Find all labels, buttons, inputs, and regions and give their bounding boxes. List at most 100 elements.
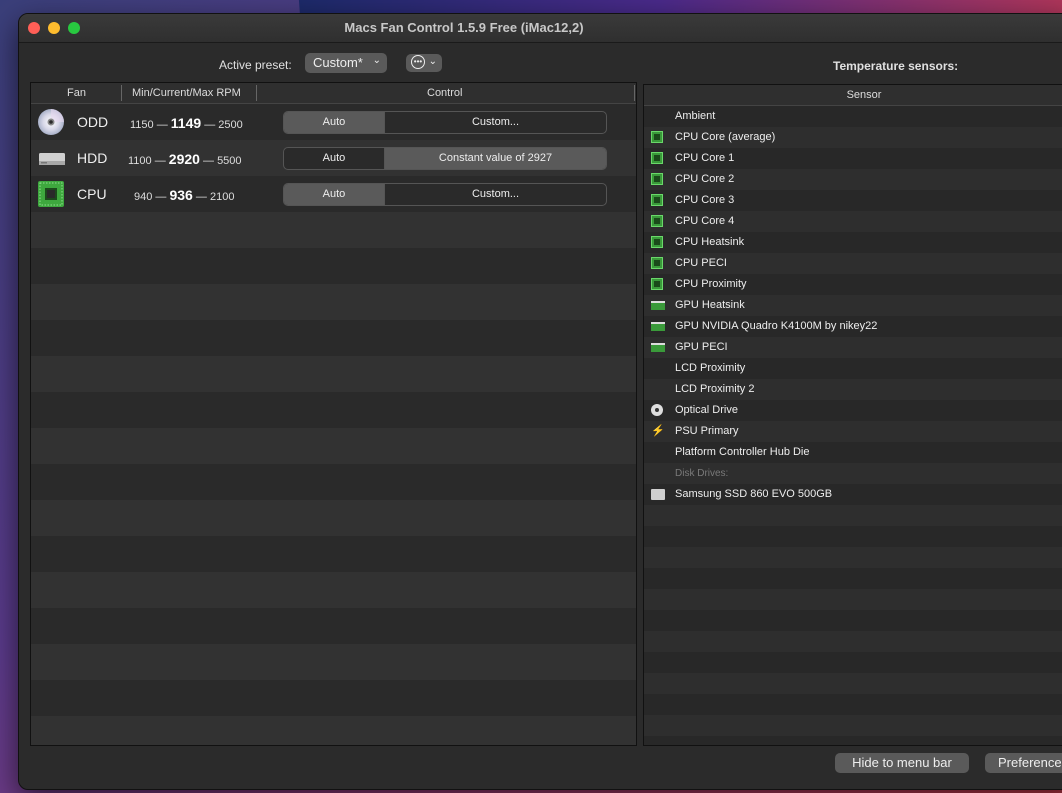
- sensor-row[interactable]: Ambient: [644, 106, 1062, 127]
- cpu-chip-icon: [651, 278, 663, 290]
- fan-name: ODD: [77, 114, 109, 130]
- preset-actions-button[interactable]: ••• ⌄: [406, 54, 442, 72]
- column-header-sensor[interactable]: Sensor: [644, 85, 1062, 106]
- fan-name: HDD: [77, 150, 108, 166]
- fan-control-segmented: Auto Custom...: [283, 111, 607, 134]
- fan-table: Fan Min/Current/Max RPM Control ODD 1150…: [30, 82, 637, 746]
- sensor-row[interactable]: CPU Core 4: [644, 211, 1062, 232]
- chevron-down-icon: ⌄: [428, 56, 437, 67]
- sensor-row[interactable]: GPU NVIDIA Quadro K4100M by nikey22: [644, 316, 1062, 337]
- column-divider[interactable]: [256, 85, 257, 101]
- sensor-row[interactable]: Samsung SSD 860 EVO 500GB: [644, 484, 1062, 505]
- sensor-row[interactable]: CPU PECI: [644, 253, 1062, 274]
- hide-to-menu-bar-button[interactable]: Hide to menu bar: [835, 753, 969, 773]
- column-divider[interactable]: [121, 85, 122, 101]
- fan-current-rpm: 2920: [168, 151, 200, 167]
- fan-row-cpu: CPU 940 — 936 — 2100 Auto Custom...: [31, 176, 636, 212]
- window-title: Macs Fan Control 1.5.9 Free (iMac12,2): [344, 20, 584, 35]
- fan-min-rpm: 1150: [130, 119, 154, 131]
- empty-fan-row: [31, 428, 636, 464]
- fan-name: CPU: [77, 186, 107, 202]
- sensor-label: CPU Core 1: [675, 152, 735, 164]
- custom-button[interactable]: Custom...: [385, 184, 606, 205]
- auto-button[interactable]: Auto: [284, 184, 384, 205]
- sensor-label: Samsung SSD 860 EVO 500GB: [675, 488, 833, 500]
- sensor-row[interactable]: LCD Proximity: [644, 358, 1062, 379]
- empty-sensor-row: [644, 715, 1062, 736]
- column-header-rpm[interactable]: Min/Current/Max RPM: [132, 87, 241, 99]
- ssd-drive-icon: [651, 489, 665, 500]
- fan-current-rpm: 1149: [170, 115, 202, 131]
- sensor-row[interactable]: CPU Heatsink: [644, 232, 1062, 253]
- custom-button[interactable]: Constant value of 2927: [385, 148, 606, 169]
- sensor-row[interactable]: CPU Core (average): [644, 127, 1062, 148]
- cpu-chip-icon: [651, 173, 663, 185]
- empty-fan-row: [31, 500, 636, 536]
- column-header-fan[interactable]: Fan: [67, 87, 86, 99]
- sensor-label: PSU Primary: [675, 425, 739, 437]
- fan-current-rpm: 936: [169, 187, 193, 203]
- sensor-row[interactable]: CPU Core 1: [644, 148, 1062, 169]
- fan-min-rpm: 1100: [128, 155, 152, 167]
- empty-fan-row: [31, 212, 636, 248]
- custom-button[interactable]: Custom...: [385, 112, 606, 133]
- empty-fan-row: [31, 644, 636, 680]
- fan-max-rpm: 5500: [217, 155, 242, 167]
- sensor-row[interactable]: CPU Core 2: [644, 169, 1062, 190]
- empty-sensor-row: [644, 547, 1062, 568]
- sensor-list: Ambient CPU Core (average) CPU Core 1 CPU C…: [644, 106, 1062, 745]
- gpu-card-icon: [651, 343, 665, 352]
- sensor-row[interactable]: ⚡ PSU Primary: [644, 421, 1062, 442]
- sensor-row[interactable]: Platform Controller Hub Die: [644, 442, 1062, 463]
- empty-fan-row: [31, 392, 636, 428]
- sensor-label: CPU Core (average): [675, 131, 776, 143]
- cpu-chip-icon: [651, 131, 663, 143]
- sensor-row[interactable]: CPU Core 3: [644, 190, 1062, 211]
- cpu-chip-icon: [38, 181, 64, 207]
- gpu-card-icon: [651, 322, 665, 331]
- preset-value: Custom*: [313, 55, 363, 70]
- sensor-label: Disk Drives:: [675, 468, 729, 479]
- more-options-icon: •••: [411, 55, 425, 69]
- fan-control-segmented: Auto Constant value of 2927: [283, 147, 607, 170]
- empty-fan-row: [31, 284, 636, 320]
- sensor-label: GPU NVIDIA Quadro K4100M by nikey22: [675, 320, 878, 332]
- fan-row-odd: ODD 1150 — 1149 — 2500 Auto Custom...: [31, 104, 636, 140]
- chevron-down-icon: ⌄: [372, 55, 381, 66]
- optical-disc-icon: [651, 404, 663, 416]
- empty-sensor-row: [644, 673, 1062, 694]
- sensor-row[interactable]: Optical Drive: [644, 400, 1062, 421]
- sensor-row[interactable]: GPU PECI: [644, 337, 1062, 358]
- preset-select[interactable]: Custom* ⌄: [305, 53, 387, 73]
- sensor-label: CPU Core 3: [675, 194, 735, 206]
- sensor-label: LCD Proximity: [675, 362, 746, 374]
- preferences-button[interactable]: Preferences: [985, 753, 1062, 773]
- empty-sensor-row: [644, 694, 1062, 715]
- column-header-control[interactable]: Control: [427, 87, 462, 99]
- sensor-table: Sensor Ambient CPU Core (average) CPU Core…: [643, 84, 1062, 746]
- cpu-chip-icon: [651, 152, 663, 164]
- sensor-label: CPU Heatsink: [675, 236, 745, 248]
- sensor-row[interactable]: GPU Heatsink: [644, 295, 1062, 316]
- fan-rpm: 1150 — 1149 — 2500: [130, 115, 243, 131]
- empty-sensor-row: [644, 568, 1062, 589]
- empty-sensor-row: [644, 652, 1062, 673]
- empty-fan-row: [31, 608, 636, 644]
- empty-sensor-row: [644, 610, 1062, 631]
- fan-max-rpm: 2500: [218, 119, 243, 131]
- fan-table-header: Fan Min/Current/Max RPM Control: [31, 83, 636, 104]
- fan-control-segmented: Auto Custom...: [283, 183, 607, 206]
- auto-button[interactable]: Auto: [284, 148, 384, 169]
- column-divider[interactable]: [634, 85, 635, 101]
- temperature-sensors-title: Temperature sensors:: [833, 59, 959, 73]
- power-bolt-icon: ⚡: [651, 425, 665, 437]
- empty-sensor-row: [644, 736, 1062, 745]
- empty-fan-row: [31, 572, 636, 608]
- sensor-label: GPU Heatsink: [675, 299, 745, 311]
- auto-button[interactable]: Auto: [284, 112, 384, 133]
- fan-row-hdd: HDD 1100 — 2920 — 5500 Auto Constant val…: [31, 140, 636, 176]
- sensor-row[interactable]: LCD Proximity 2: [644, 379, 1062, 400]
- empty-fan-row: [31, 716, 636, 745]
- fan-min-rpm: 940: [134, 191, 153, 203]
- sensor-row[interactable]: CPU Proximity: [644, 274, 1062, 295]
